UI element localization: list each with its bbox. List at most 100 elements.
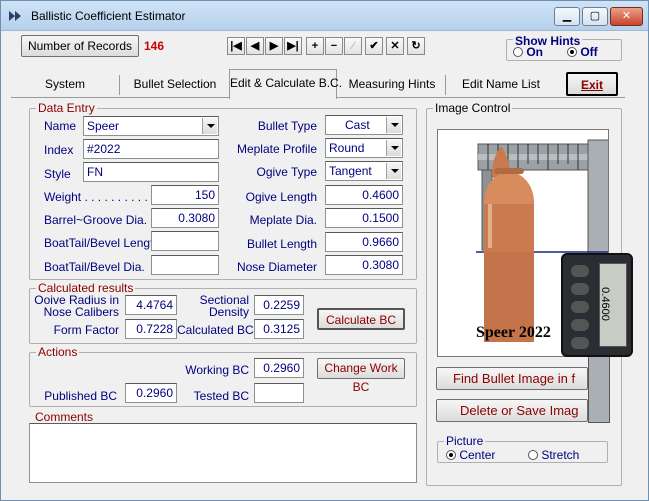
delete-record-button[interactable]: − (325, 37, 343, 55)
data-entry-legend: Data Entry (36, 101, 97, 115)
first-icon: |◀ (230, 40, 242, 52)
chevron-down-icon[interactable] (386, 140, 401, 156)
refresh-button[interactable]: ↻ (407, 37, 425, 55)
hints-on-label: On (526, 45, 544, 59)
published-bc-field[interactable]: 0.2960 (125, 383, 177, 403)
meplate-dia-field[interactable]: 0.1500 (325, 208, 403, 228)
next-record-button[interactable]: ▶ (265, 37, 283, 55)
caliper-reading: 0.4600 (598, 287, 611, 321)
close-button[interactable]: ✕ (610, 7, 643, 26)
sectional-density-field[interactable]: 0.2259 (254, 295, 304, 315)
tab-edit-calculate[interactable]: Edit & Calculate B.C. (229, 69, 342, 99)
close-icon: ✕ (621, 10, 632, 22)
ogive-length-field[interactable]: 0.4600 (325, 185, 403, 205)
caliper-lcd: 0.4600 (599, 263, 627, 347)
record-count: 146 (144, 39, 165, 53)
tested-bc-label: Tested BC (193, 389, 249, 403)
boattail-dia-field[interactable] (151, 255, 219, 275)
name-label: Name (44, 119, 77, 133)
caliper-button-icon (571, 319, 589, 331)
index-field[interactable]: #2022 (83, 139, 219, 159)
ogive-length-label: Ogive Length (245, 190, 317, 204)
boattail-length-label: BoatTail/Bevel Length (44, 236, 161, 250)
comments-field[interactable] (29, 423, 417, 483)
ogive-type-value: Tangent (329, 164, 372, 178)
number-of-records-button[interactable]: Number of Records (21, 35, 139, 57)
weight-label: Weight . . . . . . . . . . . . (44, 190, 162, 204)
maximize-button[interactable]: ▢ (582, 7, 608, 26)
weight-field[interactable]: 150 (151, 185, 219, 205)
change-work-bc-button[interactable]: Change Work BC (317, 358, 405, 394)
meplate-dia-label: Meplate Dia. (249, 213, 317, 227)
tab-measuring-hints[interactable]: Measuring Hints (341, 71, 443, 98)
calculate-bc-button[interactable]: Calculate BC (317, 308, 405, 330)
barrel-groove-field[interactable]: 0.3080 (151, 208, 219, 228)
stretch-radio[interactable]: Stretch (528, 448, 579, 462)
radio-off-icon (513, 47, 523, 57)
chevron-down-icon[interactable] (386, 163, 401, 179)
bullet-type-label: Bullet Type (257, 119, 317, 133)
nose-diameter-field[interactable]: 0.3080 (325, 255, 403, 275)
meplate-profile-combo[interactable]: Round (325, 138, 403, 158)
bullet-type-combo[interactable]: Cast (325, 115, 403, 135)
post-record-button[interactable]: ✔ (365, 37, 383, 55)
stretch-label: Stretch (541, 448, 580, 462)
working-bc-field[interactable]: 0.2960 (254, 358, 304, 378)
calculated-bc-label: Calculated BC (177, 323, 254, 337)
title-bar: Ballistic Coefficient Estimator ▁ ▢ ✕ (1, 1, 648, 31)
check-icon: ✔ (369, 40, 379, 52)
ogive-type-combo[interactable]: Tangent (325, 161, 403, 181)
style-field[interactable]: FN (83, 162, 219, 182)
bullet-type-value: Cast (345, 118, 370, 132)
caliper-display: 0.4600 (561, 253, 633, 357)
bullet-length-label: Bullet Length (246, 237, 317, 251)
caliper-button-icon (571, 283, 589, 295)
calculated-bc-field[interactable]: 0.3125 (254, 319, 304, 339)
picture-group: Picture Center Stretch (437, 434, 608, 463)
caliper-button-icon (571, 265, 589, 277)
tab-system[interactable]: System (13, 71, 117, 98)
form-factor-label: Form Factor (53, 323, 119, 337)
minus-icon: − (330, 40, 338, 52)
nose-diameter-label: Nose Diameter (236, 260, 317, 274)
chevron-down-icon[interactable] (386, 117, 401, 133)
hints-on-radio[interactable]: On (513, 45, 543, 59)
caliper-beam (588, 357, 610, 423)
boattail-dia-label: BoatTail/Bevel Dia. (44, 260, 145, 274)
tab-divider (119, 75, 120, 95)
working-bc-label: Working BC (185, 363, 249, 377)
show-hints-group: Show Hints On Off (506, 34, 622, 61)
minimize-button[interactable]: ▁ (554, 7, 580, 26)
actions-legend: Actions (36, 345, 80, 359)
hints-off-label: Off (580, 45, 598, 59)
first-record-button[interactable]: |◀ (227, 37, 245, 55)
tab-bullet-selection[interactable]: Bullet Selection (121, 71, 229, 98)
prev-record-button[interactable]: ◀ (246, 37, 264, 55)
bullet-length-field[interactable]: 0.9660 (325, 232, 403, 252)
name-combo[interactable]: Speer (83, 116, 219, 136)
edit-record-button[interactable]: ⁄ (344, 37, 362, 55)
last-icon: ▶| (287, 40, 299, 52)
chevron-down-icon[interactable] (202, 118, 217, 134)
center-radio[interactable]: Center (446, 448, 495, 462)
delete-save-image-button[interactable]: Delete or Save Imag (436, 399, 588, 422)
last-record-button[interactable]: ▶| (284, 37, 302, 55)
ogive-radius-label: Ooive Radius in Nose Calibers (34, 293, 119, 319)
name-value: Speer (87, 119, 120, 133)
exit-button[interactable]: Exit (566, 72, 618, 96)
ogive-radius-field[interactable]: 4.4764 (125, 295, 177, 315)
caliper-button-icon (571, 337, 589, 349)
boattail-length-field[interactable] (151, 231, 219, 251)
hints-off-radio[interactable]: Off (567, 45, 598, 59)
form-factor-field[interactable]: 0.7228 (125, 319, 177, 339)
window-title: Ballistic Coefficient Estimator (31, 9, 186, 23)
tab-divider (445, 75, 446, 95)
style-label: Style (44, 167, 71, 181)
plus-icon: + (311, 40, 319, 52)
tab-edit-name-list[interactable]: Edit Name List (447, 71, 555, 98)
cancel-edit-button[interactable]: ✕ (386, 37, 404, 55)
add-record-button[interactable]: + (306, 37, 324, 55)
find-bullet-image-button[interactable]: Find Bullet Image in f (436, 367, 588, 390)
sectional-density-label: Sectional Density (199, 293, 249, 319)
tested-bc-field[interactable] (254, 383, 304, 403)
